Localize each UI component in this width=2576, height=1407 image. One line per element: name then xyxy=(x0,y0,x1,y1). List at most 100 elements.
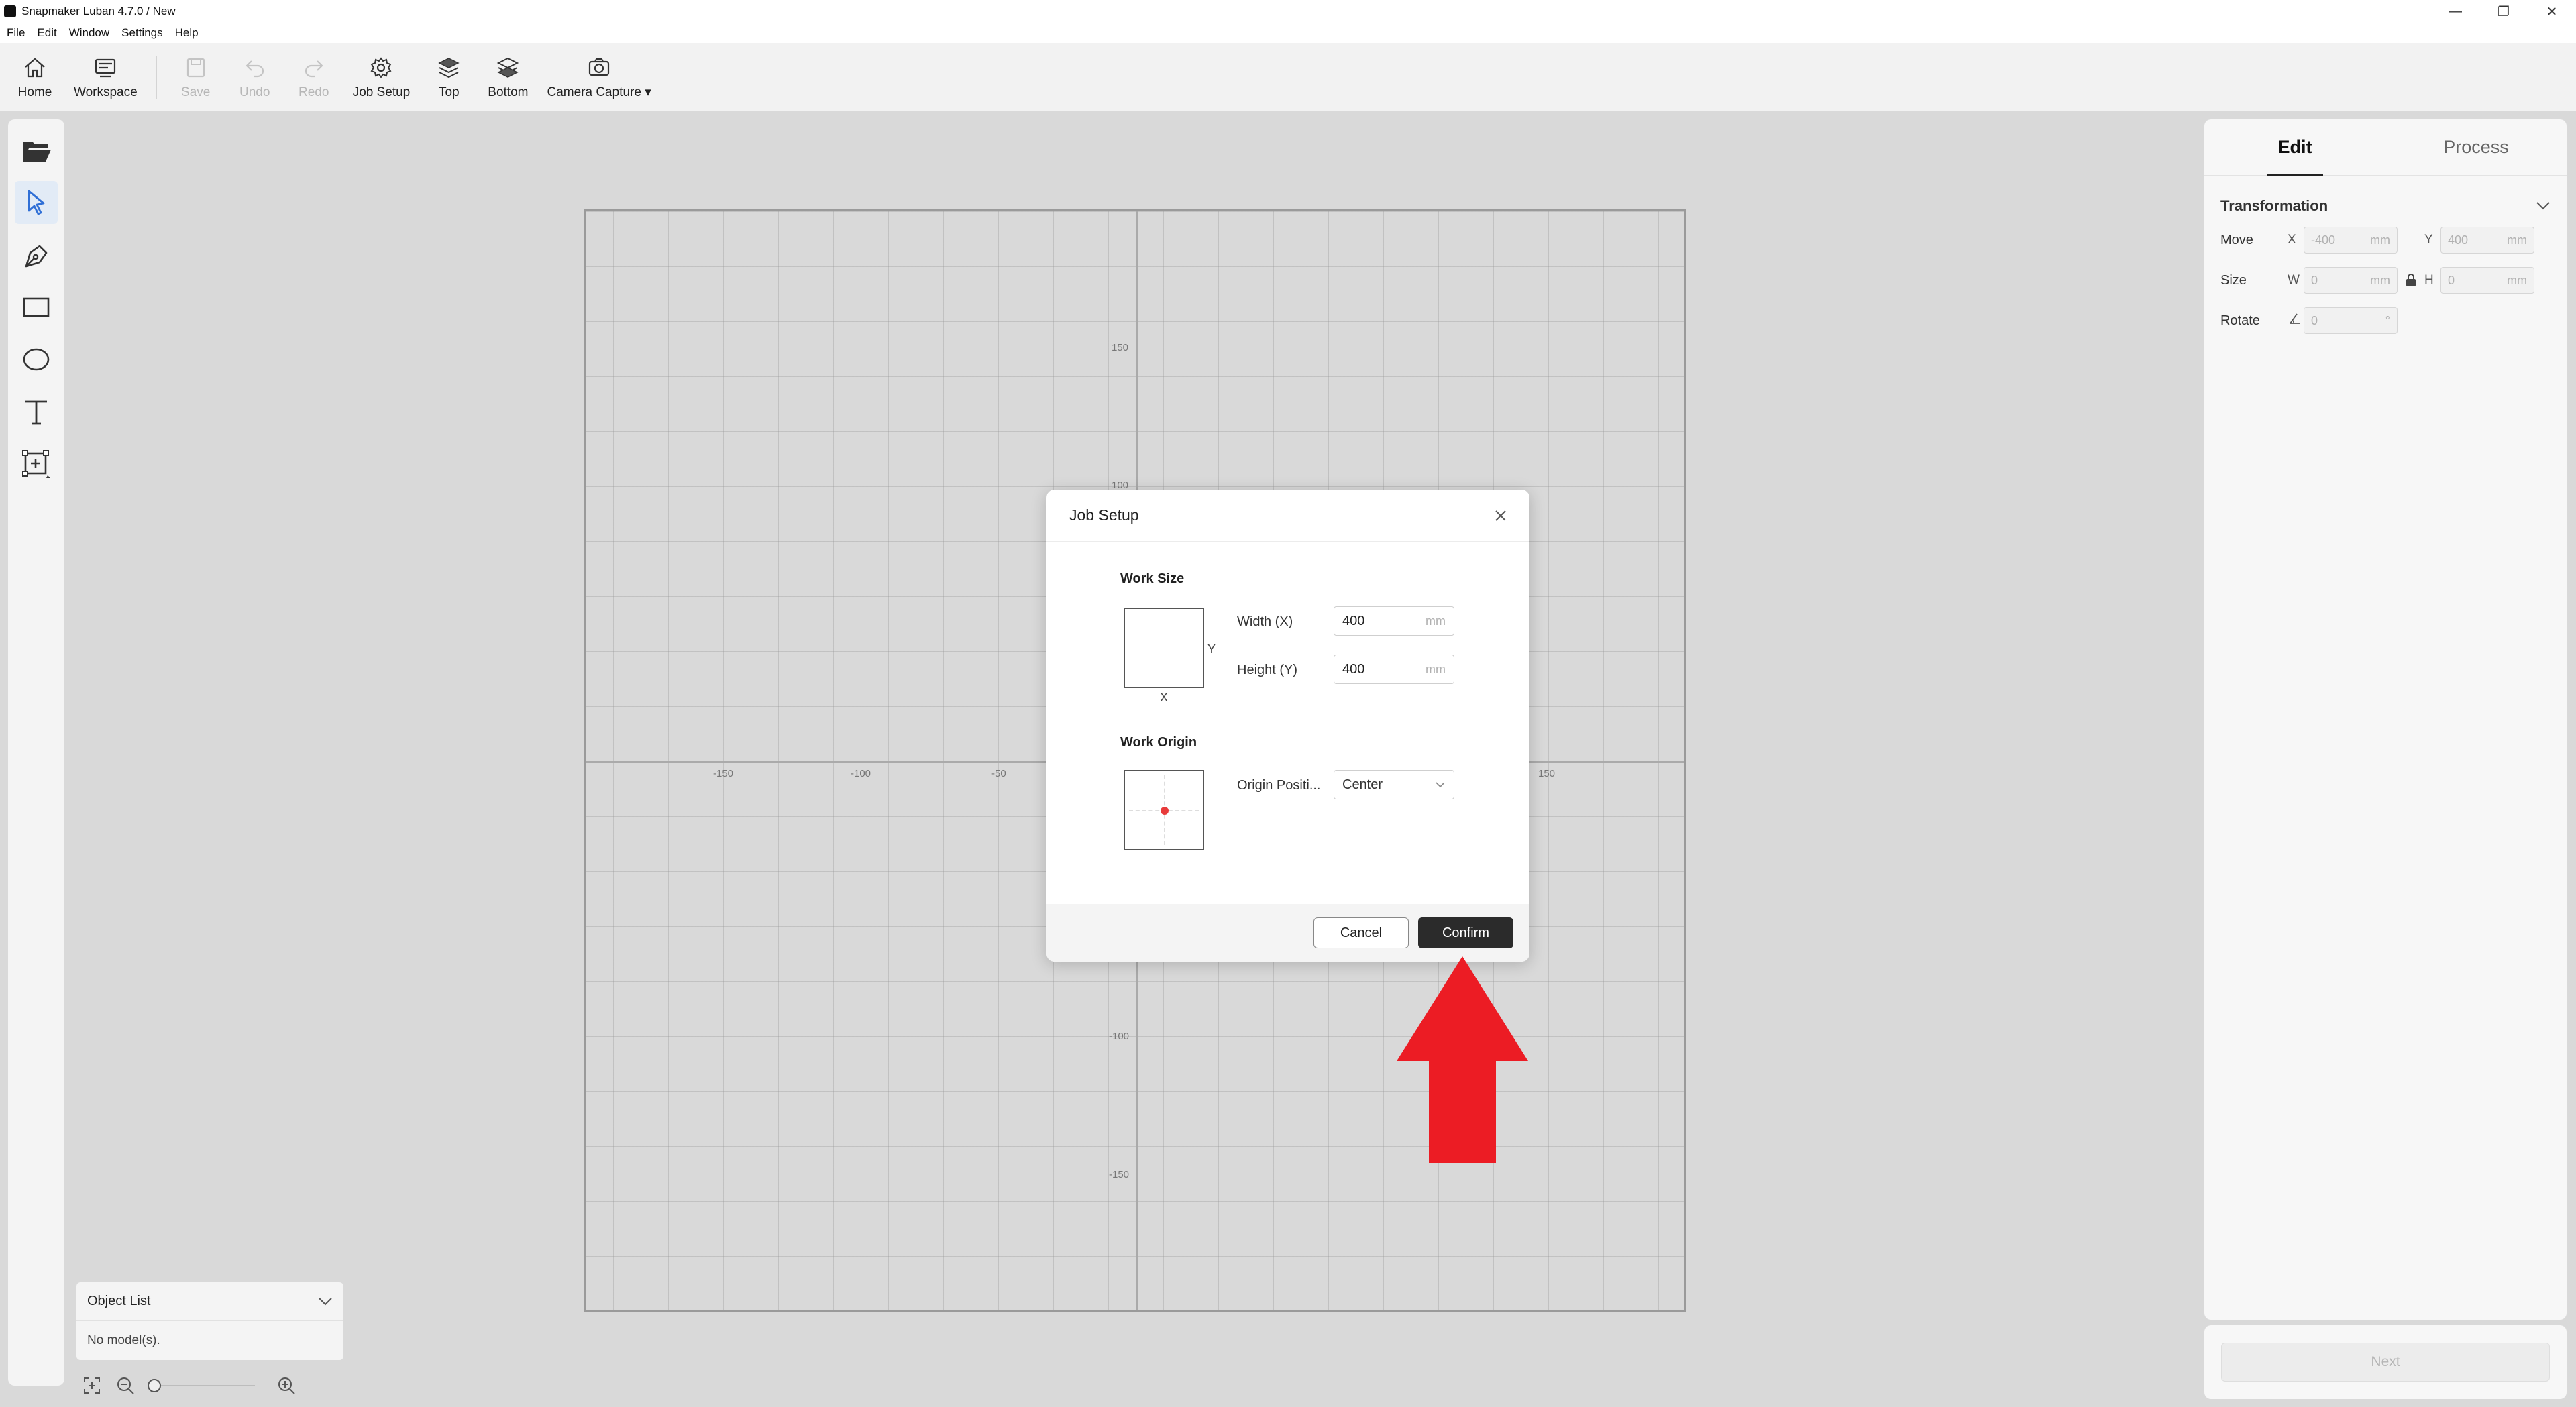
height-value: 400 xyxy=(1342,661,1365,677)
close-icon xyxy=(1495,510,1506,521)
size-w-input[interactable]: 0 mm xyxy=(2304,267,2398,294)
rectangle-tool-button[interactable] xyxy=(15,286,58,329)
rectangle-icon xyxy=(23,297,50,317)
object-list-title: Object List xyxy=(87,1294,151,1308)
panel-tabs: Edit Process xyxy=(2204,119,2567,176)
select-tool-button[interactable] xyxy=(15,181,58,224)
redo-button[interactable]: Redo xyxy=(294,54,334,100)
move-y-input[interactable]: 400 mm xyxy=(2440,227,2534,254)
lock-ratio-button[interactable] xyxy=(2398,274,2424,287)
cancel-button[interactable]: Cancel xyxy=(1313,917,1409,948)
size-h-input[interactable]: 0 mm xyxy=(2440,267,2534,294)
move-x-label: X xyxy=(2288,233,2296,247)
ellipse-tool-button[interactable] xyxy=(15,338,58,381)
tab-edit[interactable]: Edit xyxy=(2204,119,2385,175)
job-setup-dialog: Job Setup Work Size Y X Width (X) 400 mm… xyxy=(1046,490,1529,962)
text-tool-button[interactable] xyxy=(15,390,58,433)
confirm-button[interactable]: Confirm xyxy=(1418,917,1513,948)
workspace-icon xyxy=(95,58,116,77)
undo-button[interactable]: Undo xyxy=(235,54,275,100)
close-window-button[interactable]: ✕ xyxy=(2528,0,2576,23)
menu-bar: File Edit Window Settings Help xyxy=(0,23,2576,43)
home-icon xyxy=(25,58,45,77)
origin-position-label: Origin Positi... xyxy=(1237,778,1321,793)
rotate-label: Rotate xyxy=(2220,313,2260,328)
work-size-heading: Work Size xyxy=(1120,571,1185,586)
top-view-icon xyxy=(438,57,460,78)
lock-icon xyxy=(2406,274,2416,286)
rotate-row: Rotate 0 ° xyxy=(2220,306,2551,335)
zoom-out-icon xyxy=(117,1377,134,1394)
workspace-label: Workspace xyxy=(74,85,138,99)
home-button[interactable]: Home xyxy=(15,54,55,100)
origin-point-marker xyxy=(1161,807,1169,815)
gear-icon xyxy=(371,56,392,78)
camera-capture-label: Camera Capture ▾ xyxy=(547,85,651,99)
width-value: 400 xyxy=(1342,613,1365,628)
pen-tool-button[interactable] xyxy=(15,233,58,276)
move-x-input[interactable]: -400 mm xyxy=(2304,227,2398,254)
left-tool-palette xyxy=(8,119,64,1386)
axis-x-label: X xyxy=(1160,691,1169,704)
bottom-view-icon xyxy=(497,57,519,78)
menu-help[interactable]: Help xyxy=(175,26,199,40)
redo-label: Redo xyxy=(298,85,329,99)
fit-view-button[interactable] xyxy=(80,1374,103,1397)
restore-button[interactable]: ❐ xyxy=(2479,0,2528,23)
menu-edit[interactable]: Edit xyxy=(37,26,56,40)
height-input[interactable]: 400 mm xyxy=(1334,655,1454,684)
save-button[interactable]: Save xyxy=(176,54,216,100)
zoom-controls xyxy=(80,1373,309,1398)
move-y-label: Y xyxy=(2424,233,2433,247)
open-file-button[interactable] xyxy=(15,129,58,172)
rotate-input[interactable]: 0 ° xyxy=(2304,307,2398,334)
dialog-title: Job Setup xyxy=(1069,506,1139,524)
dialog-header: Job Setup xyxy=(1046,490,1529,542)
move-label: Move xyxy=(2220,232,2253,247)
size-w-label: W xyxy=(2288,273,2300,287)
folder-open-icon xyxy=(23,142,51,162)
top-view-button[interactable]: Top xyxy=(429,54,469,100)
zoom-in-button[interactable] xyxy=(275,1374,298,1397)
window-controls: — ❐ ✕ xyxy=(2431,0,2576,23)
tick-y-neg150: -150 xyxy=(1109,1169,1130,1180)
toolbar-divider xyxy=(156,55,157,99)
object-list-panel: Object List No model(s). xyxy=(76,1282,343,1360)
zoom-slider-handle[interactable] xyxy=(148,1379,161,1392)
title-bar: Snapmaker Luban 4.7.0 / New — ❐ ✕ xyxy=(0,0,2576,23)
work-size-preview xyxy=(1124,608,1204,688)
tab-process[interactable]: Process xyxy=(2385,119,2567,175)
size-h-label: H xyxy=(2424,273,2434,287)
bottom-view-button[interactable]: Bottom xyxy=(488,54,528,100)
width-label: Width (X) xyxy=(1237,614,1293,629)
next-button[interactable]: Next xyxy=(2221,1343,2550,1382)
save-icon xyxy=(186,58,205,77)
job-setup-button[interactable]: Job Setup xyxy=(352,54,411,100)
menu-file[interactable]: File xyxy=(7,26,25,40)
chevron-down-icon xyxy=(2536,202,2550,210)
origin-position-select[interactable]: Center xyxy=(1334,770,1454,799)
zoom-out-button[interactable] xyxy=(114,1374,137,1397)
job-setup-label: Job Setup xyxy=(352,85,411,99)
chevron-down-icon xyxy=(319,1297,332,1305)
dialog-close-button[interactable] xyxy=(1491,506,1511,526)
width-input[interactable]: 400 mm xyxy=(1334,606,1454,636)
bottom-view-label: Bottom xyxy=(488,85,529,99)
object-list-header[interactable]: Object List xyxy=(76,1282,343,1321)
transformation-header[interactable]: Transformation xyxy=(2220,197,2551,215)
minimize-button[interactable]: — xyxy=(2431,0,2479,23)
menu-settings[interactable]: Settings xyxy=(121,26,162,40)
zoom-slider[interactable] xyxy=(148,1379,255,1392)
ellipse-icon xyxy=(23,348,50,371)
menu-window[interactable]: Window xyxy=(69,26,109,40)
undo-label: Undo xyxy=(239,85,270,99)
top-view-label: Top xyxy=(438,85,460,99)
camera-capture-button[interactable]: Camera Capture ▾ xyxy=(547,54,651,100)
redo-icon xyxy=(305,60,323,77)
workspace-button[interactable]: Workspace xyxy=(74,54,138,100)
work-origin-heading: Work Origin xyxy=(1120,735,1197,750)
pen-icon xyxy=(25,245,48,268)
width-unit: mm xyxy=(1426,614,1446,628)
tick-x-150: 150 xyxy=(1538,768,1556,779)
insert-object-tool-button[interactable] xyxy=(15,443,58,486)
